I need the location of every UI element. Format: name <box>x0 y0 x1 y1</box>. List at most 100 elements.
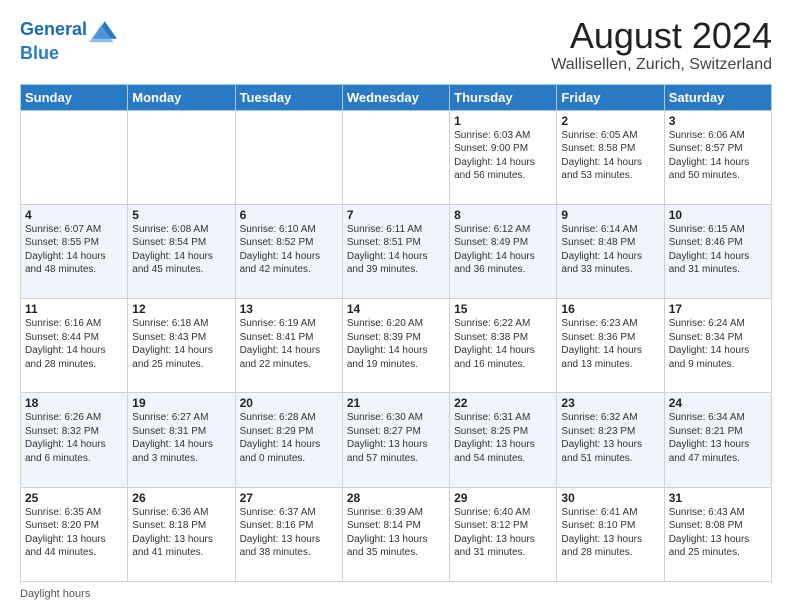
calendar-cell: 13 Sunrise: 6:19 AM Sunset: 8:41 PM Dayli… <box>235 299 342 393</box>
calendar-day-header: Monday <box>128 84 235 110</box>
day-info: Sunrise: 6:36 AM Sunset: 8:18 PM Dayligh… <box>132 507 213 559</box>
day-number: 22 <box>454 396 552 410</box>
calendar-day-header: Tuesday <box>235 84 342 110</box>
calendar-cell: 23Sunrise: 6:32 AM Sunset: 8:23 PM Dayli… <box>557 393 664 487</box>
day-number: 5 <box>132 208 230 222</box>
day-info: Sunrise: 6:18 AM Sunset: 8:43 PM Dayligh… <box>132 318 213 370</box>
calendar-cell: 27 Sunrise: 6:37 AM Sunset: 8:16 PM Dayli… <box>235 487 342 581</box>
day-info: Sunrise: 6:28 AM Sunset: 8:29 PM Dayligh… <box>240 412 321 464</box>
day-info: Sunrise: 6:22 AM Sunset: 8:38 PM Dayligh… <box>454 318 535 370</box>
day-info: Sunrise: 6:06 AM Sunset: 8:57 PM Dayligh… <box>669 130 750 182</box>
day-number: 8 <box>454 208 552 222</box>
day-info: Sunrise: 6:43 AM Sunset: 8:08 PM Dayligh… <box>669 507 750 559</box>
day-number: 31 <box>669 491 767 505</box>
calendar-cell: 10 Sunrise: 6:15 AM Sunset: 8:46 PM Dayli… <box>664 204 771 298</box>
calendar-cell: 12Sunrise: 6:18 AM Sunset: 8:43 PM Dayli… <box>128 299 235 393</box>
day-number: 28 <box>347 491 445 505</box>
day-number: 19 <box>132 396 230 410</box>
calendar-week-row: 1 Sunrise: 6:03 AM Sunset: 9:00 PM Daylig… <box>21 110 772 204</box>
calendar-header-row: SundayMondayTuesdayWednesdayThursdayFrid… <box>21 84 772 110</box>
day-info: Sunrise: 6:35 AM Sunset: 8:20 PM Dayligh… <box>25 507 106 559</box>
calendar-cell: 26 Sunrise: 6:36 AM Sunset: 8:18 PM Dayli… <box>128 487 235 581</box>
day-number: 24 <box>669 396 767 410</box>
day-number: 23 <box>561 396 659 410</box>
calendar-cell: 24Sunrise: 6:34 AM Sunset: 8:21 PM Dayli… <box>664 393 771 487</box>
calendar-cell: 29Sunrise: 6:40 AM Sunset: 8:12 PM Dayli… <box>450 487 557 581</box>
day-info: Sunrise: 6:40 AM Sunset: 8:12 PM Dayligh… <box>454 507 535 559</box>
day-number: 11 <box>25 302 123 316</box>
day-info: Sunrise: 6:23 AM Sunset: 8:36 PM Dayligh… <box>561 318 642 370</box>
day-info: Sunrise: 6:41 AM Sunset: 8:10 PM Dayligh… <box>561 507 642 559</box>
day-number: 30 <box>561 491 659 505</box>
day-number: 7 <box>347 208 445 222</box>
page-subtitle: Wallisellen, Zurich, Switzerland <box>551 56 772 74</box>
calendar-cell: 15Sunrise: 6:22 AM Sunset: 8:38 PM Dayli… <box>450 299 557 393</box>
day-info: Sunrise: 6:10 AM Sunset: 8:52 PM Dayligh… <box>240 224 321 276</box>
calendar-cell: 2 Sunrise: 6:05 AM Sunset: 8:58 PM Daylig… <box>557 110 664 204</box>
day-info: Sunrise: 6:11 AM Sunset: 8:51 PM Dayligh… <box>347 224 428 276</box>
day-number: 21 <box>347 396 445 410</box>
day-info: Sunrise: 6:05 AM Sunset: 8:58 PM Dayligh… <box>561 130 642 182</box>
calendar-cell <box>342 110 449 204</box>
day-info: Sunrise: 6:20 AM Sunset: 8:39 PM Dayligh… <box>347 318 428 370</box>
calendar-day-header: Friday <box>557 84 664 110</box>
day-info: Sunrise: 6:08 AM Sunset: 8:54 PM Dayligh… <box>132 224 213 276</box>
calendar-cell: 14 Sunrise: 6:20 AM Sunset: 8:39 PM Dayli… <box>342 299 449 393</box>
calendar-cell: 17 Sunrise: 6:24 AM Sunset: 8:34 PM Dayli… <box>664 299 771 393</box>
day-number: 18 <box>25 396 123 410</box>
day-number: 4 <box>25 208 123 222</box>
calendar-day-header: Saturday <box>664 84 771 110</box>
calendar-cell: 20Sunrise: 6:28 AM Sunset: 8:29 PM Dayli… <box>235 393 342 487</box>
calendar-cell: 9Sunrise: 6:14 AM Sunset: 8:48 PM Daylig… <box>557 204 664 298</box>
day-info: Sunrise: 6:39 AM Sunset: 8:14 PM Dayligh… <box>347 507 428 559</box>
day-info: Sunrise: 6:14 AM Sunset: 8:48 PM Dayligh… <box>561 224 642 276</box>
page-title: August 2024 <box>551 16 772 56</box>
calendar-cell: 8 Sunrise: 6:12 AM Sunset: 8:49 PM Daylig… <box>450 204 557 298</box>
day-number: 6 <box>240 208 338 222</box>
day-info: Sunrise: 6:03 AM Sunset: 9:00 PM Dayligh… <box>454 130 535 182</box>
page: General Blue August 2024 Wallisellen, Zu… <box>0 0 792 612</box>
day-number: 3 <box>669 114 767 128</box>
day-number: 17 <box>669 302 767 316</box>
day-number: 26 <box>132 491 230 505</box>
calendar-cell: 18 Sunrise: 6:26 AM Sunset: 8:32 PM Dayli… <box>21 393 128 487</box>
day-info: Sunrise: 6:24 AM Sunset: 8:34 PM Dayligh… <box>669 318 750 370</box>
daylight-label: Daylight hours <box>20 588 90 600</box>
calendar-cell: 28 Sunrise: 6:39 AM Sunset: 8:14 PM Dayli… <box>342 487 449 581</box>
calendar-week-row: 11Sunrise: 6:16 AM Sunset: 8:44 PM Dayli… <box>21 299 772 393</box>
day-number: 16 <box>561 302 659 316</box>
calendar-cell: 3 Sunrise: 6:06 AM Sunset: 8:57 PM Daylig… <box>664 110 771 204</box>
calendar-cell: 30 Sunrise: 6:41 AM Sunset: 8:10 PM Dayli… <box>557 487 664 581</box>
day-info: Sunrise: 6:31 AM Sunset: 8:25 PM Dayligh… <box>454 412 535 464</box>
day-info: Sunrise: 6:37 AM Sunset: 8:16 PM Dayligh… <box>240 507 321 559</box>
day-info: Sunrise: 6:26 AM Sunset: 8:32 PM Dayligh… <box>25 412 106 464</box>
calendar-cell: 1 Sunrise: 6:03 AM Sunset: 9:00 PM Daylig… <box>450 110 557 204</box>
calendar-week-row: 25 Sunrise: 6:35 AM Sunset: 8:20 PM Dayli… <box>21 487 772 581</box>
day-number: 25 <box>25 491 123 505</box>
logo-text: General <box>20 20 87 40</box>
day-number: 13 <box>240 302 338 316</box>
day-number: 10 <box>669 208 767 222</box>
day-info: Sunrise: 6:12 AM Sunset: 8:49 PM Dayligh… <box>454 224 535 276</box>
calendar-cell: 22 Sunrise: 6:31 AM Sunset: 8:25 PM Dayli… <box>450 393 557 487</box>
day-info: Sunrise: 6:30 AM Sunset: 8:27 PM Dayligh… <box>347 412 428 464</box>
day-info: Sunrise: 6:07 AM Sunset: 8:55 PM Dayligh… <box>25 224 106 276</box>
calendar-cell: 6 Sunrise: 6:10 AM Sunset: 8:52 PM Daylig… <box>235 204 342 298</box>
day-number: 14 <box>347 302 445 316</box>
calendar-cell <box>21 110 128 204</box>
calendar-cell: 4 Sunrise: 6:07 AM Sunset: 8:55 PM Daylig… <box>21 204 128 298</box>
calendar-cell: 21 Sunrise: 6:30 AM Sunset: 8:27 PM Dayli… <box>342 393 449 487</box>
day-info: Sunrise: 6:27 AM Sunset: 8:31 PM Dayligh… <box>132 412 213 464</box>
day-number: 27 <box>240 491 338 505</box>
day-number: 1 <box>454 114 552 128</box>
day-info: Sunrise: 6:15 AM Sunset: 8:46 PM Dayligh… <box>669 224 750 276</box>
logo: General Blue <box>20 16 117 64</box>
day-number: 2 <box>561 114 659 128</box>
calendar-cell: 19 Sunrise: 6:27 AM Sunset: 8:31 PM Dayli… <box>128 393 235 487</box>
calendar-cell: 16 Sunrise: 6:23 AM Sunset: 8:36 PM Dayli… <box>557 299 664 393</box>
calendar-cell: 11Sunrise: 6:16 AM Sunset: 8:44 PM Dayli… <box>21 299 128 393</box>
logo-icon <box>89 16 117 44</box>
calendar-cell <box>128 110 235 204</box>
day-info: Sunrise: 6:19 AM Sunset: 8:41 PM Dayligh… <box>240 318 321 370</box>
calendar-table: SundayMondayTuesdayWednesdayThursdayFrid… <box>20 84 772 582</box>
